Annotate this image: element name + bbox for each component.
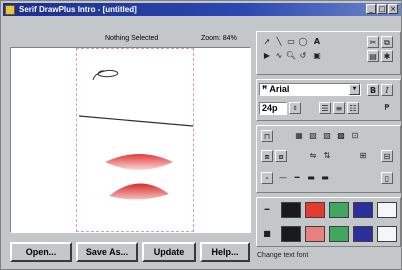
status-message: Change text font xyxy=(257,252,309,259)
fill-color-swatch-3[interactable] xyxy=(353,226,373,242)
update-button[interactable]: Update xyxy=(142,242,196,262)
italic-button[interactable]: I xyxy=(381,84,393,96)
open-button[interactable]: Open... xyxy=(10,242,72,262)
align-center-icon[interactable]: ≡ xyxy=(333,102,345,114)
fill-color-icon: ■ xyxy=(263,229,271,238)
selection-status: Nothing Selected xyxy=(105,35,159,42)
font-name-value: Arial xyxy=(269,84,290,94)
group-icon[interactable]: ⧈ xyxy=(261,150,273,162)
ellipse-tool-icon[interactable]: ◯ xyxy=(297,36,309,48)
rotate-tool-icon[interactable]: ↺ xyxy=(297,50,309,62)
picture-tool-icon[interactable]: ▣ xyxy=(311,50,323,62)
save-as-button[interactable]: Save As... xyxy=(76,242,138,262)
flip-horizontal-icon[interactable]: ⇋ xyxy=(307,150,319,162)
paragraph-icon[interactable]: ₱ xyxy=(381,102,393,114)
line-thick-icon[interactable]: ▬ xyxy=(305,172,317,184)
zoom-tool-icon[interactable]: 🔍︎ xyxy=(285,50,297,62)
rectangle-tool-icon[interactable]: ▭ xyxy=(285,36,297,48)
lock-icon[interactable]: ⊓ xyxy=(261,130,273,142)
bold-button[interactable]: B xyxy=(367,84,379,96)
align-objects-icon[interactable]: ⊞ xyxy=(357,150,369,162)
red-lens-shapes[interactable] xyxy=(103,150,175,204)
line-color-icon: ━ xyxy=(264,205,270,214)
forward-icon[interactable]: ▨ xyxy=(321,130,333,142)
text-tool-icon[interactable]: A xyxy=(311,36,323,48)
line-medium-icon[interactable]: ━ xyxy=(291,172,303,184)
arrange-panel: ⊓ ▦ ▧ ▨ ▩ ⊡ ⧈ ⧇ ⇋ ⇅ ⊞ ⊟ ⁃ — ━ ▬ ▬ ▯ xyxy=(256,125,401,193)
properties-icon[interactable]: ✱ xyxy=(381,50,393,62)
tools-panel: ➚ ╲ ▭ ◯ A ✂ ⧉ ▶ ∿ 🔍︎ ↺ ▣ ▤ ✱ xyxy=(256,31,401,75)
window-title: Serif DrawPlus Intro - [untitled] xyxy=(19,5,137,14)
line-color-swatch-3[interactable] xyxy=(353,202,373,218)
combine-icon[interactable]: ⊡ xyxy=(349,130,361,142)
line-thin-icon[interactable]: — xyxy=(277,172,289,184)
size-spinner-icon[interactable]: ⇕ xyxy=(289,102,301,114)
node-tool-icon[interactable]: ▶ xyxy=(261,50,273,62)
pointer-icon[interactable]: ➚ xyxy=(261,36,273,48)
line-color-swatch-4[interactable] xyxy=(377,202,397,218)
line-tool-icon[interactable]: ╲ xyxy=(273,36,285,48)
fill-color-swatch-2[interactable] xyxy=(329,226,349,242)
font-name-select[interactable]: ꟸ Arial ▾ xyxy=(259,83,361,96)
freehand-curve-shape[interactable] xyxy=(91,66,121,84)
font-size-input[interactable]: 24p xyxy=(259,102,287,115)
grid-icon[interactable]: ⊟ xyxy=(381,150,393,162)
backward-icon[interactable]: ▩ xyxy=(335,130,347,142)
truetype-icon: ꟸ xyxy=(262,84,268,94)
flip-vertical-icon[interactable]: ⇅ xyxy=(321,150,333,162)
cut-icon[interactable]: ✂ xyxy=(367,36,379,48)
straight-line-shape[interactable] xyxy=(77,114,195,130)
fill-color-swatch-4[interactable] xyxy=(377,226,397,242)
fill-color-swatch-1[interactable] xyxy=(305,226,325,242)
minimize-button[interactable]: _ xyxy=(366,4,376,14)
ungroup-icon[interactable]: ⧇ xyxy=(275,150,287,162)
action-buttons: Open... Save As... Update Help... xyxy=(10,242,250,262)
app-window: Serif DrawPlus Intro - [untitled] _ □ × … xyxy=(0,0,402,270)
chevron-down-icon[interactable]: ▾ xyxy=(349,84,360,95)
app-icon[interactable] xyxy=(5,4,15,15)
title-bar[interactable]: Serif DrawPlus Intro - [untitled] _ □ × xyxy=(3,3,401,16)
maximize-button[interactable]: □ xyxy=(377,4,387,14)
window-controls: _ □ × xyxy=(366,4,398,14)
copy-icon[interactable]: ⧉ xyxy=(381,36,393,48)
line-heavy-icon[interactable]: ▬ xyxy=(319,172,331,184)
fill-color-swatch-0[interactable] xyxy=(281,226,301,242)
paste-icon[interactable]: ▤ xyxy=(367,50,379,62)
curve-tool-icon[interactable]: ∿ xyxy=(273,50,285,62)
help-button[interactable]: Help... xyxy=(200,242,250,262)
drawing-canvas[interactable] xyxy=(10,47,251,233)
front-icon[interactable]: ▦ xyxy=(293,130,305,142)
line-color-swatch-1[interactable] xyxy=(305,202,325,218)
line-color-swatch-0[interactable] xyxy=(281,202,301,218)
align-left-icon[interactable]: ☰ xyxy=(319,102,331,114)
line-style-icon[interactable]: ⁃ xyxy=(261,172,273,184)
zoom-status: Zoom: 84% xyxy=(201,35,237,42)
close-button[interactable]: × xyxy=(388,4,398,14)
line-color-swatch-2[interactable] xyxy=(329,202,349,218)
page-icon[interactable]: ▯ xyxy=(381,172,393,184)
back-icon[interactable]: ▧ xyxy=(307,130,319,142)
align-right-icon[interactable]: ☷ xyxy=(347,102,359,114)
